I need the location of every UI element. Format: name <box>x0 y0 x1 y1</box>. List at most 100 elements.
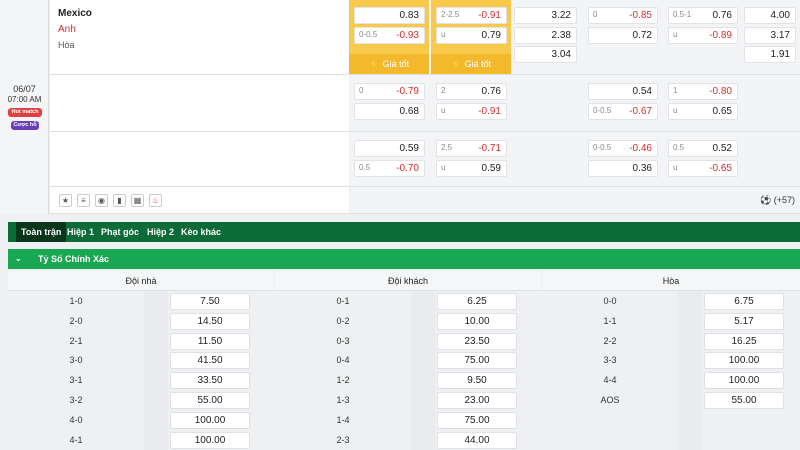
tab-first-half[interactable]: Hiệp 1 <box>62 222 99 242</box>
score-odds-button[interactable]: 23.00 <box>437 392 517 409</box>
row-divider <box>50 131 349 132</box>
odds-value: 3.22 <box>551 10 571 21</box>
score-label: 4-4 <box>603 375 617 386</box>
handicap-line: 0 <box>359 86 364 95</box>
score-odds-button[interactable]: 14.50 <box>170 312 250 330</box>
odds-cell[interactable]: 0-0.5 -0.67 <box>588 103 658 120</box>
odds-cell[interactable]: 0 -0.85 <box>588 7 658 24</box>
score-odds-button[interactable]: 44.00 <box>437 431 517 449</box>
score-odds-button[interactable]: 10.00 <box>437 312 517 330</box>
odds-cell[interactable]: u 0.59 <box>436 160 507 177</box>
teams-area: Mexico Anh Hòa <box>50 0 349 214</box>
score-odds-button[interactable]: 100.00 <box>170 411 250 429</box>
handicap-line: 0 <box>593 10 598 19</box>
correct-score-section-header[interactable]: ⌄ Tỷ Số Chính Xác <box>8 249 800 269</box>
odds-cell[interactable]: 4.00 <box>744 7 796 24</box>
odds-cell[interactable]: 0-0.5 -0.46 <box>588 140 658 157</box>
score-odds-button[interactable]: 11.50 <box>170 332 250 350</box>
odds-cell[interactable]: 1.91 <box>744 46 796 63</box>
tab-second-half[interactable]: Hiệp 2 <box>142 222 179 242</box>
odds-cell[interactable]: 2-2.5 -0.91 <box>436 7 507 24</box>
odds-cell[interactable]: u -0.65 <box>668 160 738 177</box>
odds-value: -0.46 <box>629 143 652 154</box>
best-price-label: Giá tốt <box>382 59 410 69</box>
score-odds-button[interactable]: 100.00 <box>704 372 784 390</box>
odds-value: -0.71 <box>478 143 501 154</box>
handicap-line: 0-0.5 <box>359 30 378 39</box>
stats-icon[interactable]: ▮ <box>113 194 126 207</box>
odds-cell[interactable]: 2.5 -0.71 <box>436 140 507 157</box>
score-label: 0-0 <box>603 296 617 306</box>
odds-cell[interactable]: 0.5 -0.70 <box>354 160 425 177</box>
odds-cell[interactable]: 2.38 <box>514 27 577 44</box>
best-price-label: Giá tốt <box>464 59 492 69</box>
total-line: 0.5 <box>673 143 685 152</box>
score-odds-button[interactable]: 100.00 <box>170 431 250 449</box>
odds-cell[interactable]: u -0.91 <box>436 103 507 120</box>
total-line: 2.5 <box>441 143 453 152</box>
star-icon[interactable]: ★ <box>59 194 72 207</box>
score-odds-button[interactable]: 55.00 <box>170 392 250 409</box>
score-odds-button[interactable]: 6.25 <box>437 293 517 310</box>
odds-cell[interactable]: 3.22 <box>514 7 577 24</box>
odds-cell[interactable]: 0.54 <box>588 83 658 100</box>
handicap-line: 0-0.5 <box>593 106 612 115</box>
odds-value: 0.59 <box>399 143 419 154</box>
odds-cell[interactable]: 0-0.5 -0.93 <box>354 27 425 44</box>
lineup-icon[interactable]: ▦ <box>131 194 144 207</box>
odds-cell[interactable]: 2 0.76 <box>436 83 507 100</box>
eye-icon[interactable]: ◉ <box>95 194 108 207</box>
score-odds-button[interactable]: 33.50 <box>170 372 250 390</box>
score-odds-button[interactable]: 6.75 <box>704 293 784 310</box>
column-header-draw: Hòa <box>542 271 800 291</box>
score-odds-button[interactable]: 100.00 <box>704 352 784 370</box>
live-bet-badge[interactable]: Cược hỗ <box>11 121 39 130</box>
odds-cell[interactable]: 0.59 <box>354 140 425 157</box>
draw-label: Hòa <box>58 40 75 50</box>
more-markets-button[interactable]: ⚽ (+57) <box>760 195 795 206</box>
score-label: 0-2 <box>336 315 350 326</box>
column-stripe <box>678 292 702 450</box>
fire-icon[interactable]: ♨ <box>149 194 162 207</box>
tab-corners[interactable]: Phạt góc <box>96 222 144 242</box>
score-odds-button[interactable]: 7.50 <box>170 293 250 310</box>
score-odds-button[interactable]: 55.00 <box>704 392 784 409</box>
odds-value: -0.79 <box>396 86 419 97</box>
odds-cell[interactable]: u -0.89 <box>668 27 738 44</box>
tab-full-match[interactable]: Toàn trận <box>16 222 67 242</box>
score-label: 0-4 <box>336 355 350 366</box>
hot-match-badge[interactable]: Hot match <box>8 108 42 117</box>
score-odds-button[interactable]: 75.00 <box>437 411 517 429</box>
odds-cell[interactable]: 0.72 <box>588 27 658 44</box>
score-odds-button[interactable]: 23.50 <box>437 332 517 350</box>
tab-other-bets[interactable]: Kèo khác <box>176 222 226 242</box>
database-icon[interactable]: ≡ <box>77 194 90 207</box>
odds-cell[interactable]: u 0.65 <box>668 103 738 120</box>
odds-cell[interactable]: 3.04 <box>514 46 577 63</box>
odds-cell[interactable]: 0.83 <box>354 7 425 24</box>
odds-cell[interactable]: 0.36 <box>588 160 658 177</box>
odds-cell[interactable]: u 0.79 <box>436 27 507 44</box>
odds-cell[interactable]: 0.5-1 0.76 <box>668 7 738 24</box>
odds-value: 0.76 <box>712 10 732 21</box>
under-label: u <box>441 30 446 39</box>
home-team-name[interactable]: Mexico <box>58 8 92 19</box>
score-odds-button[interactable]: 5.17 <box>704 312 784 330</box>
odds-value: -0.67 <box>629 106 652 117</box>
odds-value: 2.38 <box>551 30 571 41</box>
odds-cell[interactable]: 1 -0.80 <box>668 83 738 100</box>
odds-value: 0.83 <box>399 10 419 21</box>
odds-value: 3.04 <box>551 49 571 60</box>
odds-cell[interactable]: 0.5 0.52 <box>668 140 738 157</box>
score-odds-button[interactable]: 75.00 <box>437 352 517 370</box>
odds-cell[interactable]: 3.17 <box>744 27 796 44</box>
score-label: 2-1 <box>69 335 83 346</box>
odds-cell[interactable]: 0.68 <box>354 103 425 120</box>
score-odds-button[interactable]: 9.50 <box>437 372 517 390</box>
score-label: 0-3 <box>336 335 350 346</box>
score-odds-button[interactable]: 16.25 <box>704 332 784 350</box>
away-team-name[interactable]: Anh <box>58 24 76 35</box>
odds-cell[interactable]: 0 -0.79 <box>354 83 425 100</box>
odds-value: 0.65 <box>712 106 732 117</box>
score-odds-button[interactable]: 41.50 <box>170 352 250 370</box>
